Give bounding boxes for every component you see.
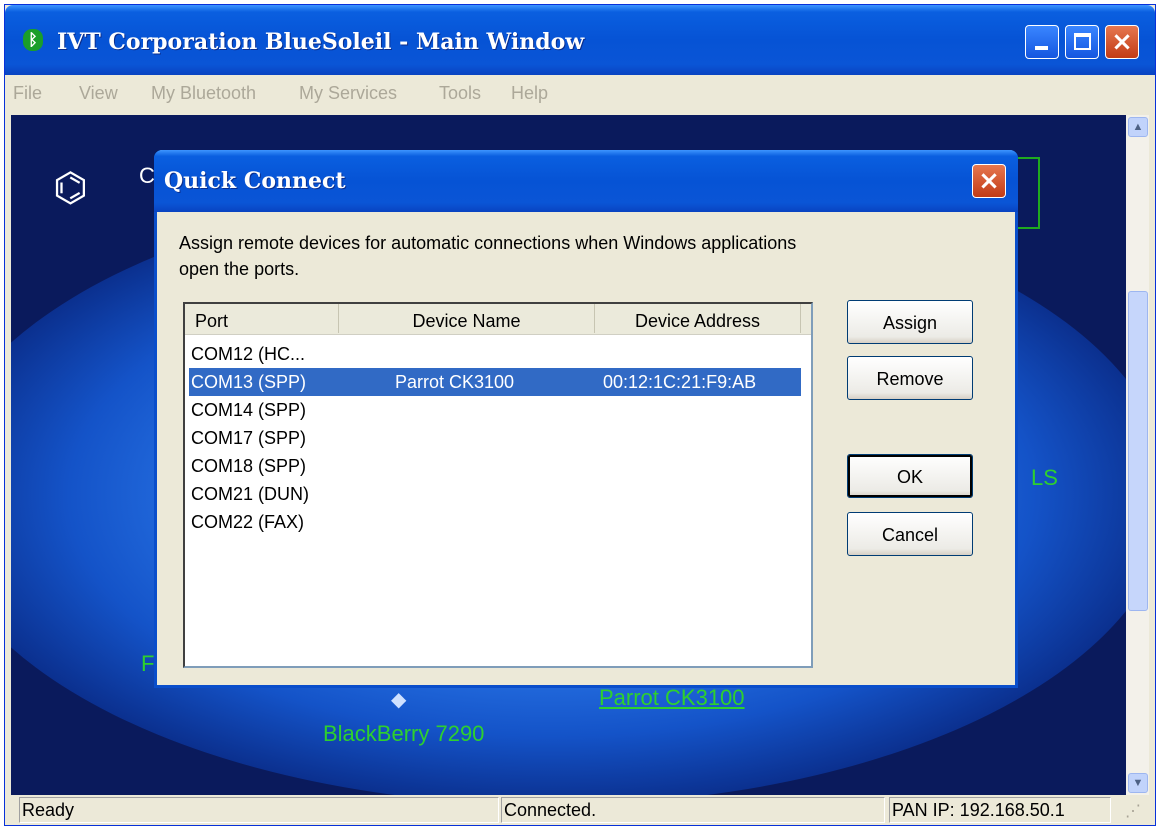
status-bar: Ready Connected. PAN IP: 192.168.50.1 ⋰ [5, 795, 1155, 825]
resize-grip-icon[interactable]: ⋰ [1125, 801, 1145, 821]
phone-icon[interactable]: ◆ [391, 687, 406, 712]
vertical-scrollbar[interactable]: ▲ ▼ [1126, 115, 1149, 795]
table-row[interactable]: COM18 (SPP) [189, 452, 801, 480]
device-blackberry-label[interactable]: BlackBerry 7290 [323, 721, 484, 747]
port-cell: COM22 (FAX) [191, 512, 305, 532]
table-row[interactable]: COM14 (SPP) [189, 396, 801, 424]
partial-label: LS [1031, 465, 1058, 490]
assign-button[interactable]: Assign [847, 300, 973, 344]
table-row[interactable]: COM22 (FAX) [189, 508, 801, 536]
status-pan-ip: PAN IP: 192.168.50.1 [889, 797, 1111, 823]
port-cell: COM12 (HC... [191, 344, 306, 364]
ok-button[interactable]: OK [847, 454, 973, 498]
port-cell: COM14 (SPP) [191, 400, 307, 420]
minimize-icon [1035, 46, 1048, 50]
dialog-title: Quick Connect [164, 168, 346, 194]
cancel-button[interactable]: Cancel [847, 512, 973, 556]
list-header: Port Device Name Device Address [185, 304, 811, 335]
window-title: IVT Corporation BlueSoleil - Main Window [57, 29, 585, 55]
device-address-cell: 00:12:1C:21:F9:AB [603, 372, 757, 392]
remove-button[interactable]: Remove [847, 356, 973, 400]
minimize-button[interactable] [1025, 25, 1059, 59]
table-row[interactable]: COM13 (SPP) Parrot CK3100 00:12:1C:21:F9:A… [189, 368, 801, 396]
bluetooth-icon: ᛒ [23, 29, 43, 51]
quick-connect-dialog: Quick Connect × Assign remote devices fo… [154, 150, 1018, 688]
menu-help[interactable]: Help [511, 83, 548, 104]
network-icon[interactable]: ⌬ [53, 165, 88, 211]
dialog-title-bar[interactable]: Quick Connect × [154, 150, 1018, 212]
table-row[interactable]: COM12 (HC... [189, 340, 801, 368]
device-parrot-label[interactable]: Parrot CK3100 [599, 685, 745, 711]
scroll-thumb[interactable] [1128, 291, 1148, 611]
maximize-icon [1074, 33, 1091, 50]
close-icon: × [978, 166, 1000, 196]
partial-label: C [139, 163, 155, 188]
device-name-cell: Parrot CK3100 [395, 372, 515, 392]
menu-my-bluetooth[interactable]: My Bluetooth [151, 83, 256, 104]
status-ready: Ready [19, 797, 499, 823]
title-bar[interactable]: ᛒ IVT Corporation BlueSoleil - Main Wind… [5, 5, 1155, 75]
partial-label: F [141, 651, 155, 676]
port-cell: COM13 (SPP) [191, 372, 307, 392]
port-cell: COM21 (DUN) [191, 484, 310, 504]
maximize-button[interactable] [1065, 25, 1099, 59]
menu-bar: File View My Bluetooth My Services Tools… [5, 75, 1155, 115]
port-cell: COM18 (SPP) [191, 456, 307, 476]
menu-tools[interactable]: Tools [439, 83, 481, 104]
table-row[interactable]: COM17 (SPP) [189, 424, 801, 452]
column-header-device-address[interactable]: Device Address [595, 304, 801, 333]
column-header-port[interactable]: Port [185, 304, 339, 333]
dialog-close-button[interactable]: × [972, 164, 1006, 198]
port-list[interactable]: Port Device Name Device Address COM12 (H… [183, 302, 813, 668]
table-row[interactable]: COM21 (DUN) [189, 480, 801, 508]
port-cell: COM17 (SPP) [191, 428, 307, 448]
dialog-description: Assign remote devices for automatic conn… [179, 233, 797, 279]
menu-file[interactable]: File [13, 83, 42, 104]
close-button[interactable]: × [1105, 25, 1139, 59]
scroll-down-icon[interactable]: ▼ [1128, 773, 1148, 793]
menu-my-services[interactable]: My Services [299, 83, 397, 104]
column-header-device-name[interactable]: Device Name [339, 304, 595, 333]
close-icon: × [1111, 27, 1133, 57]
status-connection: Connected. [501, 797, 885, 823]
scroll-up-icon[interactable]: ▲ [1128, 117, 1148, 137]
menu-view[interactable]: View [79, 83, 118, 104]
